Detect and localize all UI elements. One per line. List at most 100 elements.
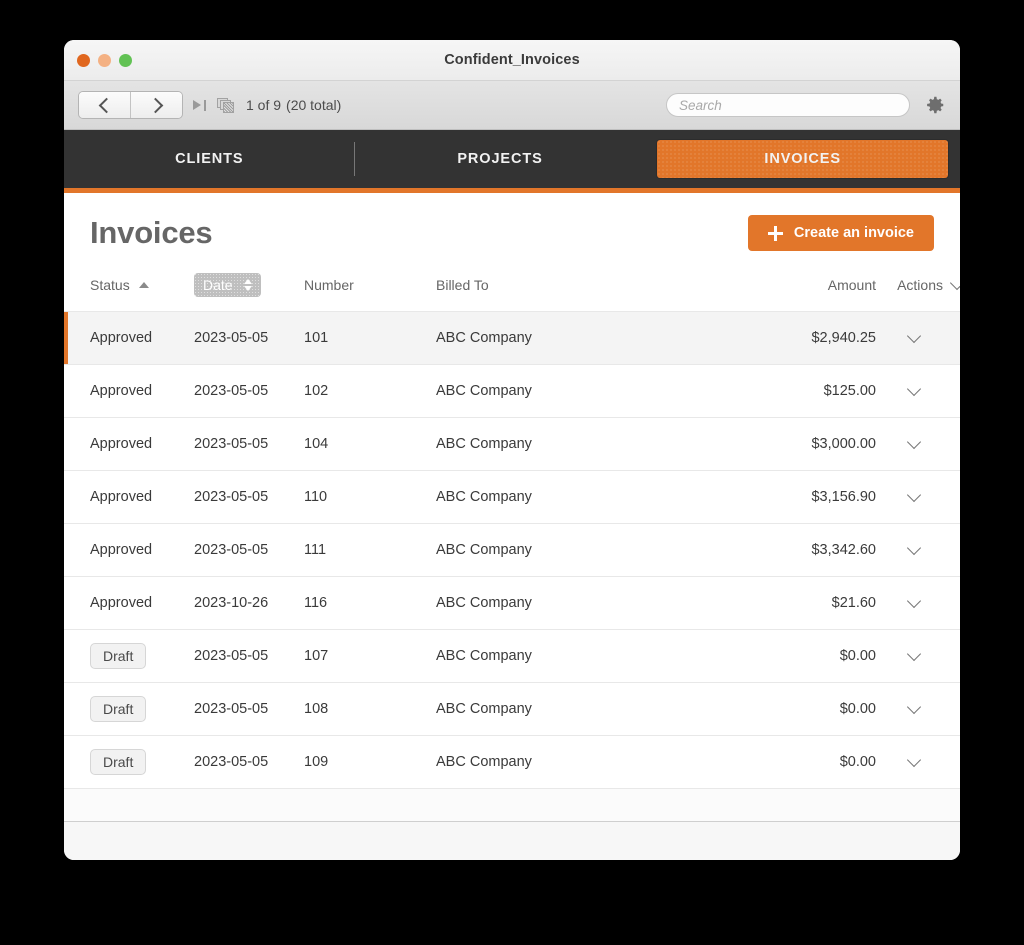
table-row[interactable]: Draft 2023-05-05 108 ABC Company $0.00 (64, 682, 960, 736)
cell-status: Draft (64, 682, 194, 736)
cell-date: 2023-05-05 (194, 364, 304, 418)
chevron-right-icon (147, 97, 163, 113)
chevron-down-icon (949, 275, 960, 291)
status-badge: Draft (90, 696, 147, 722)
cell-number: 102 (304, 364, 436, 418)
cell-actions (876, 470, 960, 524)
minimize-button[interactable] (98, 53, 111, 67)
column-header-number[interactable]: Number (304, 267, 436, 312)
tab-clients[interactable]: CLIENTS (64, 140, 355, 178)
tab-projects[interactable]: PROJECTS (355, 140, 646, 178)
status-text: Approved (90, 383, 153, 399)
chevron-down-icon (906, 540, 922, 556)
record-stack-button[interactable] (217, 97, 234, 113)
row-actions-button[interactable] (876, 540, 960, 556)
app-window: Confident_Invoices 1 of 9 (20 total) Sea… (64, 40, 960, 860)
cell-status: Draft (64, 735, 194, 789)
status-text: Approved (90, 330, 153, 346)
cell-billed-to: ABC Company (436, 417, 736, 471)
status-text: Approved (90, 542, 153, 558)
table-row[interactable]: Approved 2023-05-05 102 ABC Company $125.00 (64, 364, 960, 418)
cell-number: 108 (304, 682, 436, 736)
status-text: Approved (90, 489, 153, 505)
cell-number: 101 (304, 311, 436, 365)
cell-date: 2023-05-05 (194, 682, 304, 736)
next-record-button[interactable] (130, 92, 182, 118)
table-row[interactable]: Draft 2023-05-05 109 ABC Company $0.00 (64, 735, 960, 789)
table-row[interactable]: Approved 2023-10-26 116 ABC Company $21.60 (64, 576, 960, 630)
window-title: Confident_Invoices (444, 52, 580, 68)
settings-button[interactable] (924, 94, 946, 116)
cell-amount: $0.00 (736, 629, 876, 683)
previous-record-button[interactable] (79, 92, 130, 118)
column-label-actions: Actions (897, 277, 943, 293)
cell-amount: $0.00 (736, 682, 876, 736)
table-row[interactable]: Approved 2023-05-05 110 ABC Company $3,156.9… (64, 470, 960, 524)
column-header-amount[interactable]: Amount (736, 267, 876, 312)
cell-date: 2023-05-05 (194, 470, 304, 524)
toolbar: 1 of 9 (20 total) (64, 81, 960, 130)
status-text: Approved (90, 436, 153, 452)
status-badge: Draft (90, 749, 147, 775)
zoom-button[interactable] (119, 53, 132, 67)
chevron-down-icon (906, 487, 922, 503)
row-actions-button[interactable] (876, 434, 960, 450)
cell-number: 104 (304, 417, 436, 471)
main-navigation: CLIENTS PROJECTS INVOICES (64, 130, 960, 193)
sort-ascending-icon (138, 282, 149, 288)
page-content: Invoices Create an invoice Status Date N… (64, 193, 960, 821)
column-label-number: Number (304, 277, 354, 293)
chevron-down-icon (906, 699, 922, 715)
row-actions-button[interactable] (876, 699, 960, 715)
cell-actions (876, 576, 960, 630)
cell-amount: $21.60 (736, 576, 876, 630)
page-header: Invoices Create an invoice (64, 193, 960, 267)
chevron-down-icon (906, 593, 922, 609)
chevron-down-icon (906, 752, 922, 768)
cell-status: Approved (64, 364, 194, 418)
table-row[interactable]: Approved 2023-05-05 104 ABC Company $3,000.0… (64, 417, 960, 471)
row-actions-button[interactable] (876, 381, 960, 397)
cell-number: 116 (304, 576, 436, 630)
row-actions-button[interactable] (876, 328, 960, 344)
cell-status: Approved (64, 576, 194, 630)
row-actions-button[interactable] (876, 646, 960, 662)
row-actions-button[interactable] (876, 752, 960, 768)
skip-to-end-button[interactable] (193, 99, 207, 112)
column-header-status[interactable]: Status (64, 267, 194, 312)
column-label-status: Status (90, 277, 130, 293)
cell-number: 107 (304, 629, 436, 683)
search-input[interactable] (666, 93, 910, 117)
column-header-date[interactable]: Date (194, 267, 304, 312)
create-invoice-button[interactable]: Create an invoice (747, 215, 934, 251)
row-actions-button[interactable] (876, 593, 960, 609)
record-stack-icon (217, 97, 234, 113)
cell-date: 2023-05-05 (194, 523, 304, 577)
chevron-down-icon (906, 434, 922, 450)
close-button[interactable] (77, 53, 90, 67)
table-row[interactable]: Approved 2023-05-05 111 ABC Company $3,342.6… (64, 523, 960, 577)
table-body: Approved 2023-05-05 101 ABC Company $2,940.2… (64, 311, 960, 821)
column-header-actions[interactable]: Actions (876, 267, 960, 312)
cell-billed-to: ABC Company (436, 364, 736, 418)
tab-invoices[interactable]: INVOICES (657, 140, 949, 178)
row-actions-button[interactable] (876, 487, 960, 503)
cell-status: Draft (64, 629, 194, 683)
cell-billed-to: ABC Company (436, 682, 736, 736)
sort-both-icon (243, 279, 252, 291)
cell-date: 2023-10-26 (194, 576, 304, 630)
table-row[interactable]: Approved 2023-05-05 101 ABC Company $2,940.2… (64, 311, 960, 365)
table-filler-cell (64, 788, 960, 821)
table-row[interactable]: Draft 2023-05-05 107 ABC Company $0.00 (64, 629, 960, 683)
cell-amount: $125.00 (736, 364, 876, 418)
cell-actions (876, 311, 960, 365)
cell-amount: $3,156.90 (736, 470, 876, 524)
search-container (666, 93, 910, 117)
cell-billed-to: ABC Company (436, 470, 736, 524)
table-filler-row (64, 788, 960, 821)
sort-date-button[interactable]: Date (194, 273, 261, 297)
cell-status: Approved (64, 311, 194, 365)
column-header-billed-to[interactable]: Billed To (436, 267, 736, 312)
cell-status: Approved (64, 417, 194, 471)
chevron-down-icon (906, 381, 922, 397)
